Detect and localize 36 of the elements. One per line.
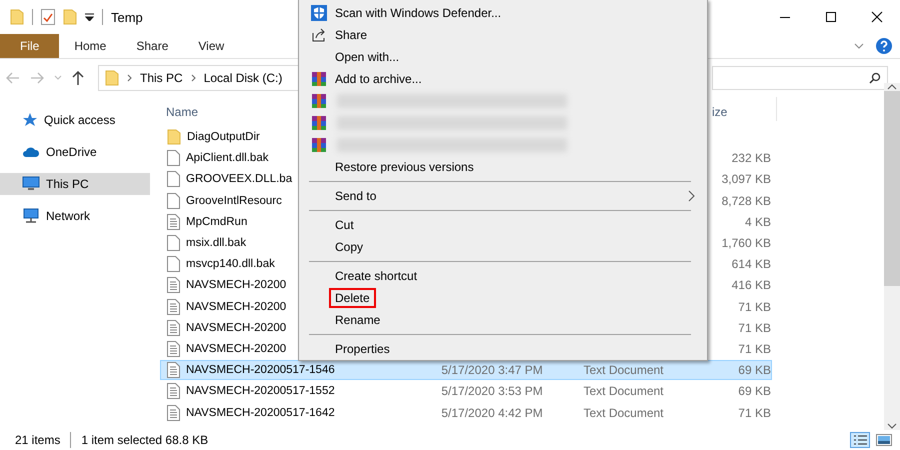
type-cell: Text Document: [583, 384, 664, 398]
file-name: MpCmdRun: [186, 216, 248, 228]
date-cell: 5/17/2020 4:42 PM: [441, 406, 543, 420]
size-cell: 614 KB: [732, 257, 771, 272]
file-name: msix.dll.bak: [186, 237, 246, 250]
size-cell: 71 KB: [738, 406, 771, 420]
file-name: msvcp140.dll.bak: [186, 258, 275, 270]
type-cell: Text Document: [583, 363, 664, 378]
size-cell: 69 KB: [738, 363, 771, 378]
size-cell: 3,097 KB: [722, 172, 771, 186]
size-cell: 71 KB: [738, 320, 771, 335]
file-name: NAVSMECH-20200: [186, 300, 286, 313]
file-name: NAVSMECH-20200: [186, 342, 286, 355]
file-name: NAVSMECH-20200517-1552: [186, 385, 335, 398]
file-name: GROOVEEX.DLL.ba: [186, 173, 292, 186]
size-cell: 8,728 KB: [722, 194, 771, 208]
date-cell: 5/17/2020 3:53 PM: [441, 384, 543, 398]
file-name: NAVSMECH-20200517-1546: [186, 364, 335, 376]
size-cell: 71 KB: [738, 342, 771, 356]
size-cell: 69 KB: [738, 384, 771, 398]
file-name: NAVSMECH-20200: [186, 279, 286, 292]
size-cell: 232 KB: [732, 151, 771, 166]
size-cell: 71 KB: [738, 300, 771, 314]
date-cell: 5/17/2020 3:47 PM: [441, 363, 543, 378]
file-name: DiagOutputDir: [187, 131, 260, 144]
size-cell: 1,760 KB: [722, 236, 771, 250]
size-cell: 4 KB: [744, 214, 771, 229]
file-name: NAVSMECH-20200517-1642: [186, 406, 335, 419]
file-name: NAVSMECH-20200: [186, 322, 286, 334]
selection-info: 1 item selected 68.8 KB: [81, 433, 208, 447]
file-name: GrooveIntlResourc: [186, 194, 282, 207]
file-name: ApiClient.dll.bak: [186, 152, 268, 164]
size-cell: 416 KB: [732, 278, 771, 292]
type-cell: Text Document: [583, 406, 664, 420]
window-title: Temp: [111, 10, 143, 24]
item-count: 21 items: [15, 433, 60, 447]
